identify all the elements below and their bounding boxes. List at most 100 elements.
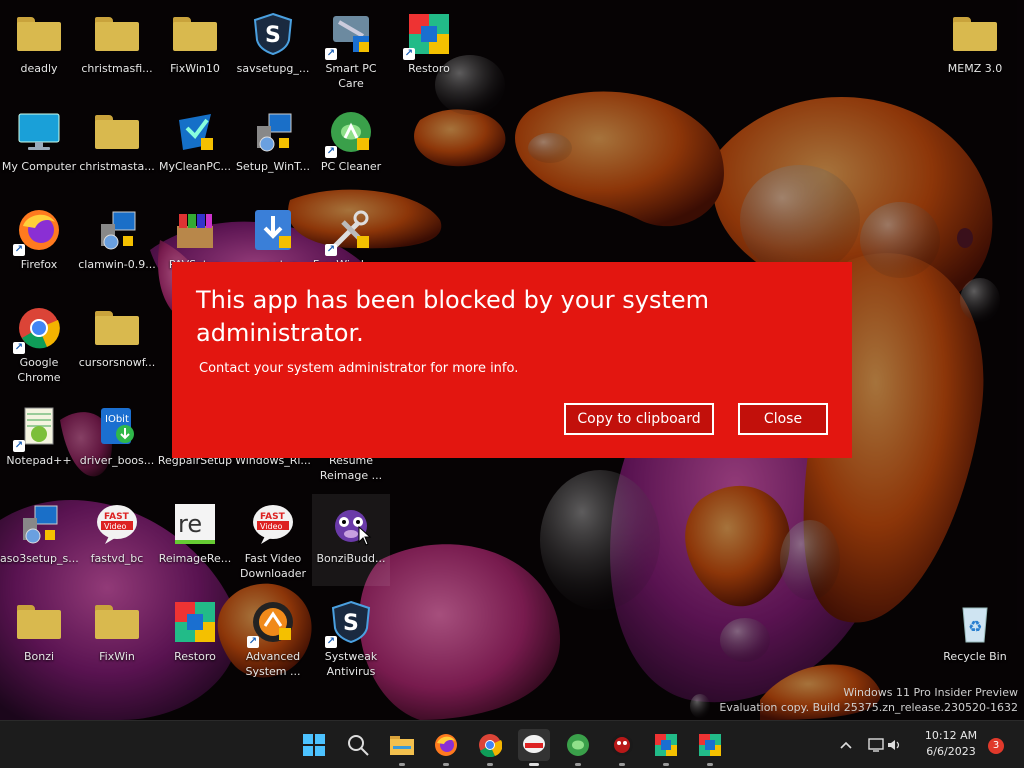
desktop-icon-label: Firefox xyxy=(20,258,58,271)
taskbar-fast-video[interactable] xyxy=(518,729,550,766)
start-button[interactable] xyxy=(298,729,330,761)
dialog-title: This app has been blocked by your system… xyxy=(196,286,710,347)
desktop-icon-fixwin[interactable]: FixWin xyxy=(78,592,156,684)
desktop-icon-bonzibuddy[interactable]: BonziBudd... xyxy=(312,494,390,586)
advanced-system-icon: ↗ xyxy=(247,598,297,648)
folder-icon xyxy=(951,10,999,58)
desktop-icon-setup-wint[interactable]: Setup_WinT... xyxy=(234,102,312,194)
search-button[interactable] xyxy=(342,729,374,761)
firefox-icon xyxy=(435,734,457,756)
desktop-icon-label: aso3setup_s... xyxy=(0,552,78,565)
watermark-line-2: Evaluation copy. Build 25375.zn_release.… xyxy=(719,701,1018,714)
desktop-icon-recycle-bin[interactable]: ♻ Recycle Bin xyxy=(936,592,1014,684)
monitor-icon xyxy=(15,108,63,156)
desktop-icon-label: cursorsnowf... xyxy=(78,356,156,369)
desktop-icon-label: PC Cleaner xyxy=(320,160,382,173)
desktop-icon-label: Notepad++ xyxy=(6,454,72,467)
recycle-bin-icon: ♻ xyxy=(951,598,999,646)
desktop-icon-label: clamwin-0.9... xyxy=(78,258,156,271)
svg-text:♻: ♻ xyxy=(968,617,982,636)
desktop-icon-label: driver_boos... xyxy=(79,454,155,467)
desktop-icon-my-computer[interactable]: My Computer xyxy=(0,102,78,194)
desktop-icon-fixwin10[interactable]: FixWin10 xyxy=(156,4,234,96)
folder-zip-icon xyxy=(171,10,219,58)
desktop-icon-label: MEMZ 3.0 xyxy=(947,62,1003,75)
desktop-icon-pc-cleaner[interactable]: ↗ PC Cleaner xyxy=(312,102,390,194)
desktop-icon-label: Bonzi xyxy=(23,650,55,663)
restoro-icon xyxy=(699,734,721,756)
desktop-icon-label: Recycle Bin xyxy=(943,650,1007,663)
desktop-icon-restoro-1[interactable]: ↗ Restoro xyxy=(390,4,468,96)
taskbar-file-explorer[interactable] xyxy=(386,729,418,766)
taskbar-chrome[interactable] xyxy=(474,729,506,766)
restoro-icon: ↗ xyxy=(403,10,453,60)
taskbar-firefox[interactable] xyxy=(430,729,462,766)
chrome-icon: ↗ xyxy=(13,304,63,354)
desktop-icon-restoro-2[interactable]: Restoro xyxy=(156,592,234,684)
desktop-icon-label: Smart PC Care xyxy=(325,62,377,90)
desktop-icon-advanced-system[interactable]: ↗ Advanced System ... xyxy=(234,592,312,684)
desktop-icon-notepadpp[interactable]: ↗ Notepad++ xyxy=(0,396,78,488)
desktop-icon-memz[interactable]: MEMZ 3.0 xyxy=(936,4,1014,96)
desktop-icon-reimagere[interactable]: re ReimageRe... xyxy=(156,494,234,586)
desktop-icon-aso3setup[interactable]: aso3setup_s... xyxy=(0,494,78,586)
desktop-icon-christmasta[interactable]: christmasta... xyxy=(78,102,156,194)
desktop-icon-savsetupg[interactable]: S savsetupg_... xyxy=(234,4,312,96)
desktop-icon-mycleanpc[interactable]: MyCleanPC... xyxy=(156,102,234,194)
notification-badge[interactable]: 3 xyxy=(988,738,1004,754)
file-explorer-icon xyxy=(390,736,414,755)
desktop-icon-driver-booster[interactable]: IObit driver_boos... xyxy=(78,396,156,488)
fast-video-icon xyxy=(523,735,545,753)
svg-text:Video: Video xyxy=(104,522,127,531)
taskbar-restoro-2[interactable] xyxy=(694,729,726,766)
mycleanpc-icon xyxy=(171,108,219,156)
fast-video-icon: FAST Video xyxy=(249,500,297,548)
desktop-icon-label: FixWin10 xyxy=(170,62,220,75)
pc-cleaner-icon: ↗ xyxy=(325,108,375,158)
desktop-icon-label: Fast Video Downloader xyxy=(240,552,306,580)
taskbar-restoro-1[interactable] xyxy=(650,729,682,766)
desktop-icon-christmasfi[interactable]: christmasfi... xyxy=(78,4,156,96)
dialog-message: Contact your system administrator for mo… xyxy=(199,361,519,376)
desktop-icon-deadly[interactable]: deadly xyxy=(0,4,78,96)
tools-icon: ↗ xyxy=(325,206,375,256)
shield-s-icon: S ↗ xyxy=(325,598,375,648)
folder-zip-icon xyxy=(93,108,141,156)
restoro-icon xyxy=(171,598,219,646)
taskbar-pc-cleaner[interactable] xyxy=(562,729,594,766)
desktop-icon-systweak-antivirus[interactable]: S ↗ Systweak Antivirus xyxy=(312,592,390,684)
desktop-icon-fast-video-downloader[interactable]: FAST Video Fast Video Downloader xyxy=(234,494,312,586)
network-volume-button[interactable] xyxy=(864,729,908,761)
copy-to-clipboard-button[interactable]: Copy to clipboard xyxy=(564,403,714,435)
clock-date[interactable]: 6/6/2023 xyxy=(916,745,986,758)
desktop-icon-smart-pc-care[interactable]: ↗ Smart PC Care xyxy=(312,4,390,96)
driver-booster-icon: IObit xyxy=(93,402,141,450)
desktop-icon-fastvd-bc[interactable]: FAST Video fastvd_bc xyxy=(78,494,156,586)
pc-cleaner-icon xyxy=(567,734,589,756)
desktop-icon-firefox[interactable]: ↗ Firefox xyxy=(0,200,78,292)
svg-text:S: S xyxy=(343,611,359,636)
desktop-icon-label: Advanced System ... xyxy=(245,650,301,678)
svg-text:S: S xyxy=(265,23,281,48)
desktop-icon-label: ReimageRe... xyxy=(158,552,232,565)
desktop-icon-label: christmasta... xyxy=(79,160,155,173)
bonzi-ie-icon xyxy=(611,734,633,756)
start-icon xyxy=(303,734,325,756)
setup-installer-icon xyxy=(249,108,297,156)
clock-time[interactable]: 10:12 AM xyxy=(916,729,986,742)
setup-installer-icon xyxy=(93,206,141,254)
close-button[interactable]: Close xyxy=(738,403,828,435)
taskbar-bonzi-ie[interactable] xyxy=(606,729,638,766)
desktop-icon-label: savsetupg_... xyxy=(236,62,310,75)
desktop-icon-label: christmasfi... xyxy=(81,62,153,75)
svg-text:FAST: FAST xyxy=(104,512,130,522)
desktop-icon-bonzi-folder[interactable]: Bonzi xyxy=(0,592,78,684)
show-hidden-icons-button[interactable] xyxy=(830,729,862,761)
desktop-icon-clamwin[interactable]: clamwin-0.9... xyxy=(78,200,156,292)
folder-icon xyxy=(15,10,63,58)
desktop-icon-label: BonziBudd... xyxy=(316,552,386,565)
desktop-icon-label: My Computer xyxy=(1,160,77,173)
desktop-icon-google-chrome[interactable]: ↗ Google Chrome xyxy=(0,298,78,390)
download-installer-icon xyxy=(249,206,297,254)
desktop-icon-cursorsnowf[interactable]: cursorsnowf... xyxy=(78,298,156,390)
